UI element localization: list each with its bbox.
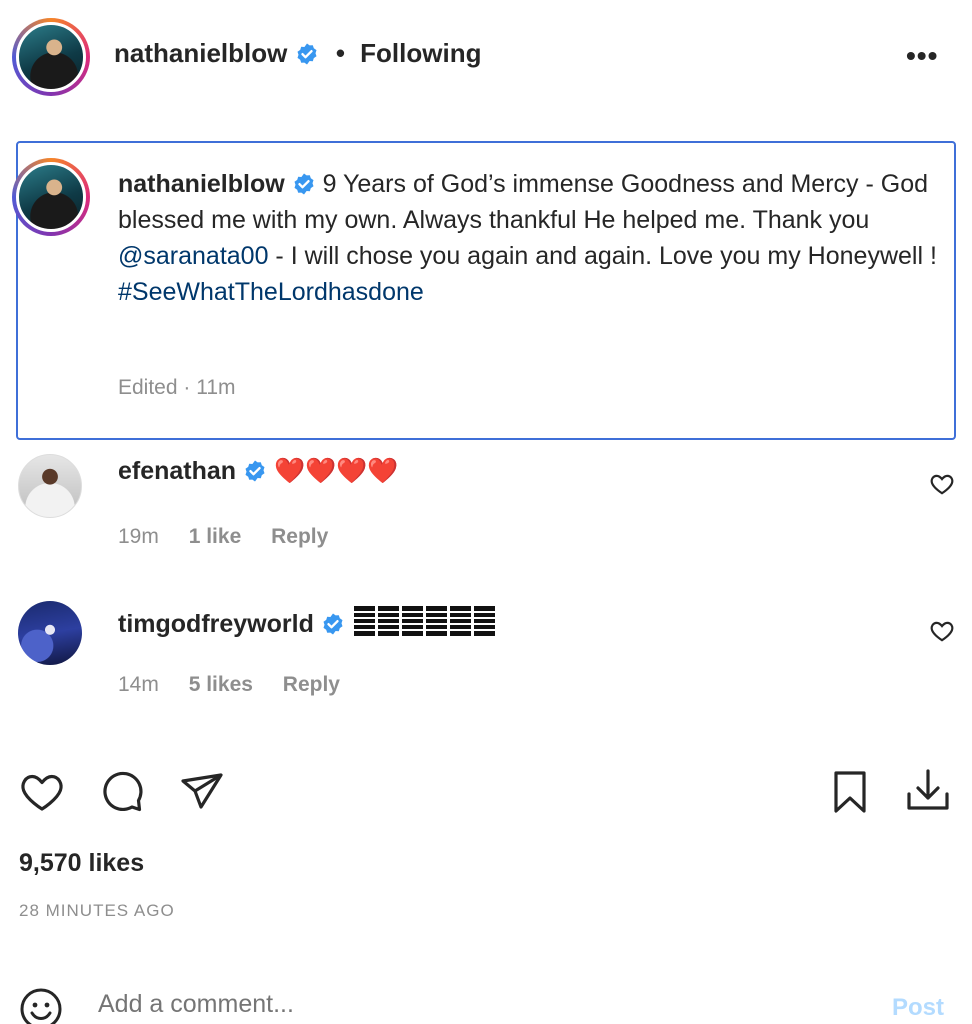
share-icon[interactable] bbox=[178, 768, 226, 816]
comment-reply-button[interactable]: Reply bbox=[283, 673, 340, 696]
post-author-username[interactable]: nathanielblow bbox=[114, 38, 287, 68]
caption-username[interactable]: nathanielblow bbox=[118, 170, 285, 198]
download-icon[interactable] bbox=[904, 766, 952, 814]
post-timestamp: 28 MINUTES AGO bbox=[19, 901, 175, 920]
emoji-icon[interactable] bbox=[19, 987, 63, 1024]
comment-time: 14m bbox=[118, 673, 159, 696]
caption-author-avatar[interactable] bbox=[12, 158, 90, 236]
caption-text: nathanielblow 9 Years of God’s immense G… bbox=[118, 166, 948, 310]
comment-username[interactable]: efenathan bbox=[118, 457, 236, 485]
verified-badge-icon bbox=[294, 173, 314, 195]
caption-mention-link[interactable]: @saranata00 bbox=[118, 242, 268, 270]
comment-icon[interactable] bbox=[98, 768, 146, 816]
comment-time: 19m bbox=[118, 525, 159, 548]
comment-line: efenathan ❤️❤️❤️❤️ bbox=[118, 456, 399, 486]
comment-likes-link[interactable]: 1 like bbox=[189, 525, 242, 548]
post-header: nathanielblow • Following bbox=[114, 38, 481, 69]
header-separator: • bbox=[335, 38, 345, 68]
comment-avatar-timgodfreyworld[interactable] bbox=[18, 601, 82, 665]
comment-username[interactable]: timgodfreyworld bbox=[118, 610, 314, 638]
caption-hashtag-link[interactable]: #SeeWhatTheLordhasdone bbox=[118, 278, 424, 306]
post-author-avatar[interactable] bbox=[12, 18, 90, 96]
more-options-icon[interactable]: ••• bbox=[906, 40, 938, 72]
verified-badge-icon bbox=[245, 460, 265, 482]
comment-text: ❤️❤️❤️❤️ bbox=[274, 456, 399, 485]
comment-meta: 19m 1 like Reply bbox=[118, 525, 352, 549]
comment-avatar-efenathan[interactable] bbox=[18, 454, 82, 518]
bookmark-icon[interactable] bbox=[826, 768, 874, 816]
comment-likes-link[interactable]: 5 likes bbox=[189, 673, 253, 696]
caption-meta: Edited · 11m bbox=[118, 376, 236, 399]
heart-icon[interactable] bbox=[18, 768, 66, 816]
likes-count[interactable]: 9,570 likes bbox=[19, 849, 144, 878]
comment-meta: 14m 5 likes Reply bbox=[118, 673, 364, 697]
comment-line: timgodfreyworld bbox=[118, 604, 496, 639]
following-button[interactable]: Following bbox=[360, 38, 481, 68]
comment-reply-button[interactable]: Reply bbox=[271, 525, 328, 548]
caption-body-2: - I will chose you again and again. Love… bbox=[268, 242, 937, 270]
verified-badge-icon bbox=[323, 613, 343, 635]
add-comment-input[interactable] bbox=[98, 990, 858, 1019]
post-comment-button[interactable]: Post bbox=[892, 994, 944, 1022]
unrendered-emoji-glyphs bbox=[353, 606, 496, 636]
comment-like-heart-icon[interactable] bbox=[929, 471, 955, 497]
comment-like-heart-icon[interactable] bbox=[929, 618, 955, 644]
verified-badge-icon bbox=[297, 43, 317, 65]
